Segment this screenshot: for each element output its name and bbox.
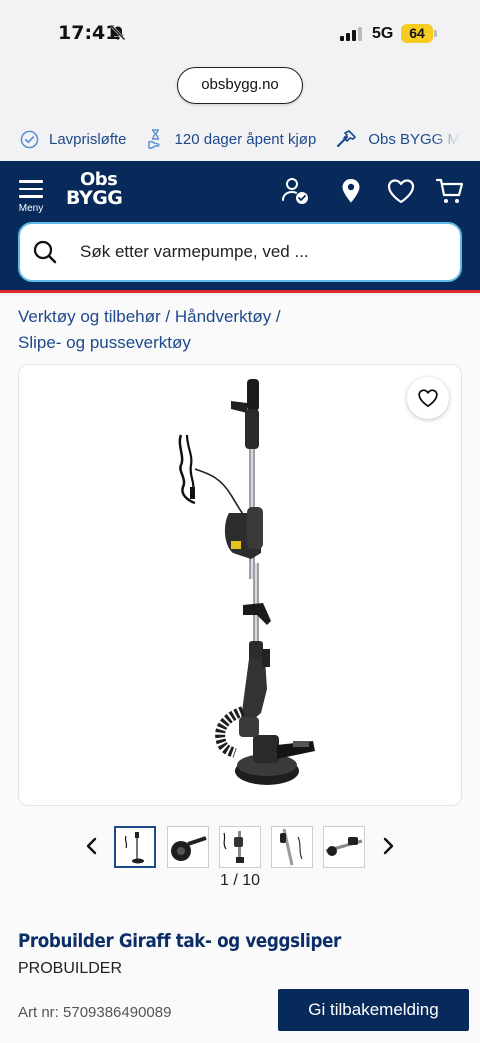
product-image-card [18, 364, 462, 806]
hamburger-icon [14, 177, 48, 198]
thumbnail-2[interactable] [167, 826, 209, 868]
obs-bygg-logo[interactable]: Obs BYGG [66, 171, 123, 208]
thumbnail-image [280, 828, 303, 866]
bell-off-icon [111, 25, 126, 41]
thumbnail-image [223, 831, 244, 863]
battery-tip [434, 30, 437, 37]
usp-item-obs-bygg[interactable]: Obs BYGG M [336, 129, 460, 149]
thumbnail-5[interactable] [323, 826, 365, 868]
signal-icon [340, 27, 362, 41]
location-pin-icon[interactable] [336, 176, 366, 206]
thumbnail-4[interactable] [271, 826, 313, 868]
menu-label: Meny [18, 202, 44, 214]
usp-item-open-purchase[interactable]: 120 dager åpent kjøp [147, 128, 317, 150]
usp-label: Lavprisløfte [49, 130, 127, 148]
heart-icon[interactable] [386, 176, 416, 206]
menu-button[interactable]: Meny [14, 177, 48, 217]
search-input[interactable]: Søk etter varmepumpe, ved ... [18, 222, 462, 282]
breadcrumb: Verktøy og tilbehør / Håndverktøy / Slip… [18, 304, 458, 356]
usp-label: Obs BYGG M [368, 130, 460, 148]
main-content: Verktøy og tilbehør / Håndverktøy / Slip… [0, 296, 480, 1043]
usp-label: 120 dager åpent kjøp [174, 130, 317, 148]
thumbnail-3[interactable] [219, 826, 261, 868]
account-check-icon[interactable] [280, 176, 310, 206]
thumbnail-image [171, 836, 207, 861]
breadcrumb-line-1[interactable]: Verktøy og tilbehør / Håndverktøy / [18, 304, 458, 330]
network-type: 5G [372, 25, 394, 42]
favorite-button[interactable] [407, 377, 449, 419]
article-number: Art nr: 5709386490089 [18, 1004, 172, 1021]
product-brand[interactable]: PROBUILDER [18, 960, 122, 978]
battery-indicator: 64 [401, 24, 433, 43]
gallery-counter: 1 / 10 [219, 872, 261, 889]
thumbnail-image [124, 832, 144, 864]
chevron-left-icon[interactable] [82, 836, 102, 856]
usp-item-lavprisloefte[interactable]: Lavprisløfte [20, 130, 127, 149]
search-placeholder: Søk etter varmepumpe, ved ... [80, 242, 309, 261]
breadcrumb-line-2[interactable]: Slipe- og pusseverktøy [18, 330, 458, 356]
thumbnail-1[interactable] [114, 826, 156, 868]
product-title: Probuilder Giraff tak- og veggsliper [18, 930, 341, 952]
feedback-button[interactable]: Gi tilbakemelding [278, 989, 469, 1031]
hourglass-hand-icon [147, 129, 159, 149]
status-bar: 17:41 5G 64 [0, 0, 480, 64]
chevron-right-icon[interactable] [378, 836, 398, 856]
thumbnail-image [325, 837, 363, 856]
heart-outline-icon [418, 389, 438, 407]
usp-bar: Lavprisløfte 120 dager åpent kjøp Obs BY… [0, 118, 480, 160]
search-icon [33, 240, 57, 264]
hammer-icon [337, 130, 357, 148]
thumbnail-strip [0, 826, 480, 868]
cart-icon[interactable] [435, 176, 465, 206]
site-header: Meny Obs BYGG Søk etter varmepumpe, ved … [0, 161, 480, 293]
product-image[interactable] [169, 373, 319, 797]
url-bar[interactable]: obsbygg.no [177, 67, 303, 104]
check-circle-icon [20, 130, 39, 148]
